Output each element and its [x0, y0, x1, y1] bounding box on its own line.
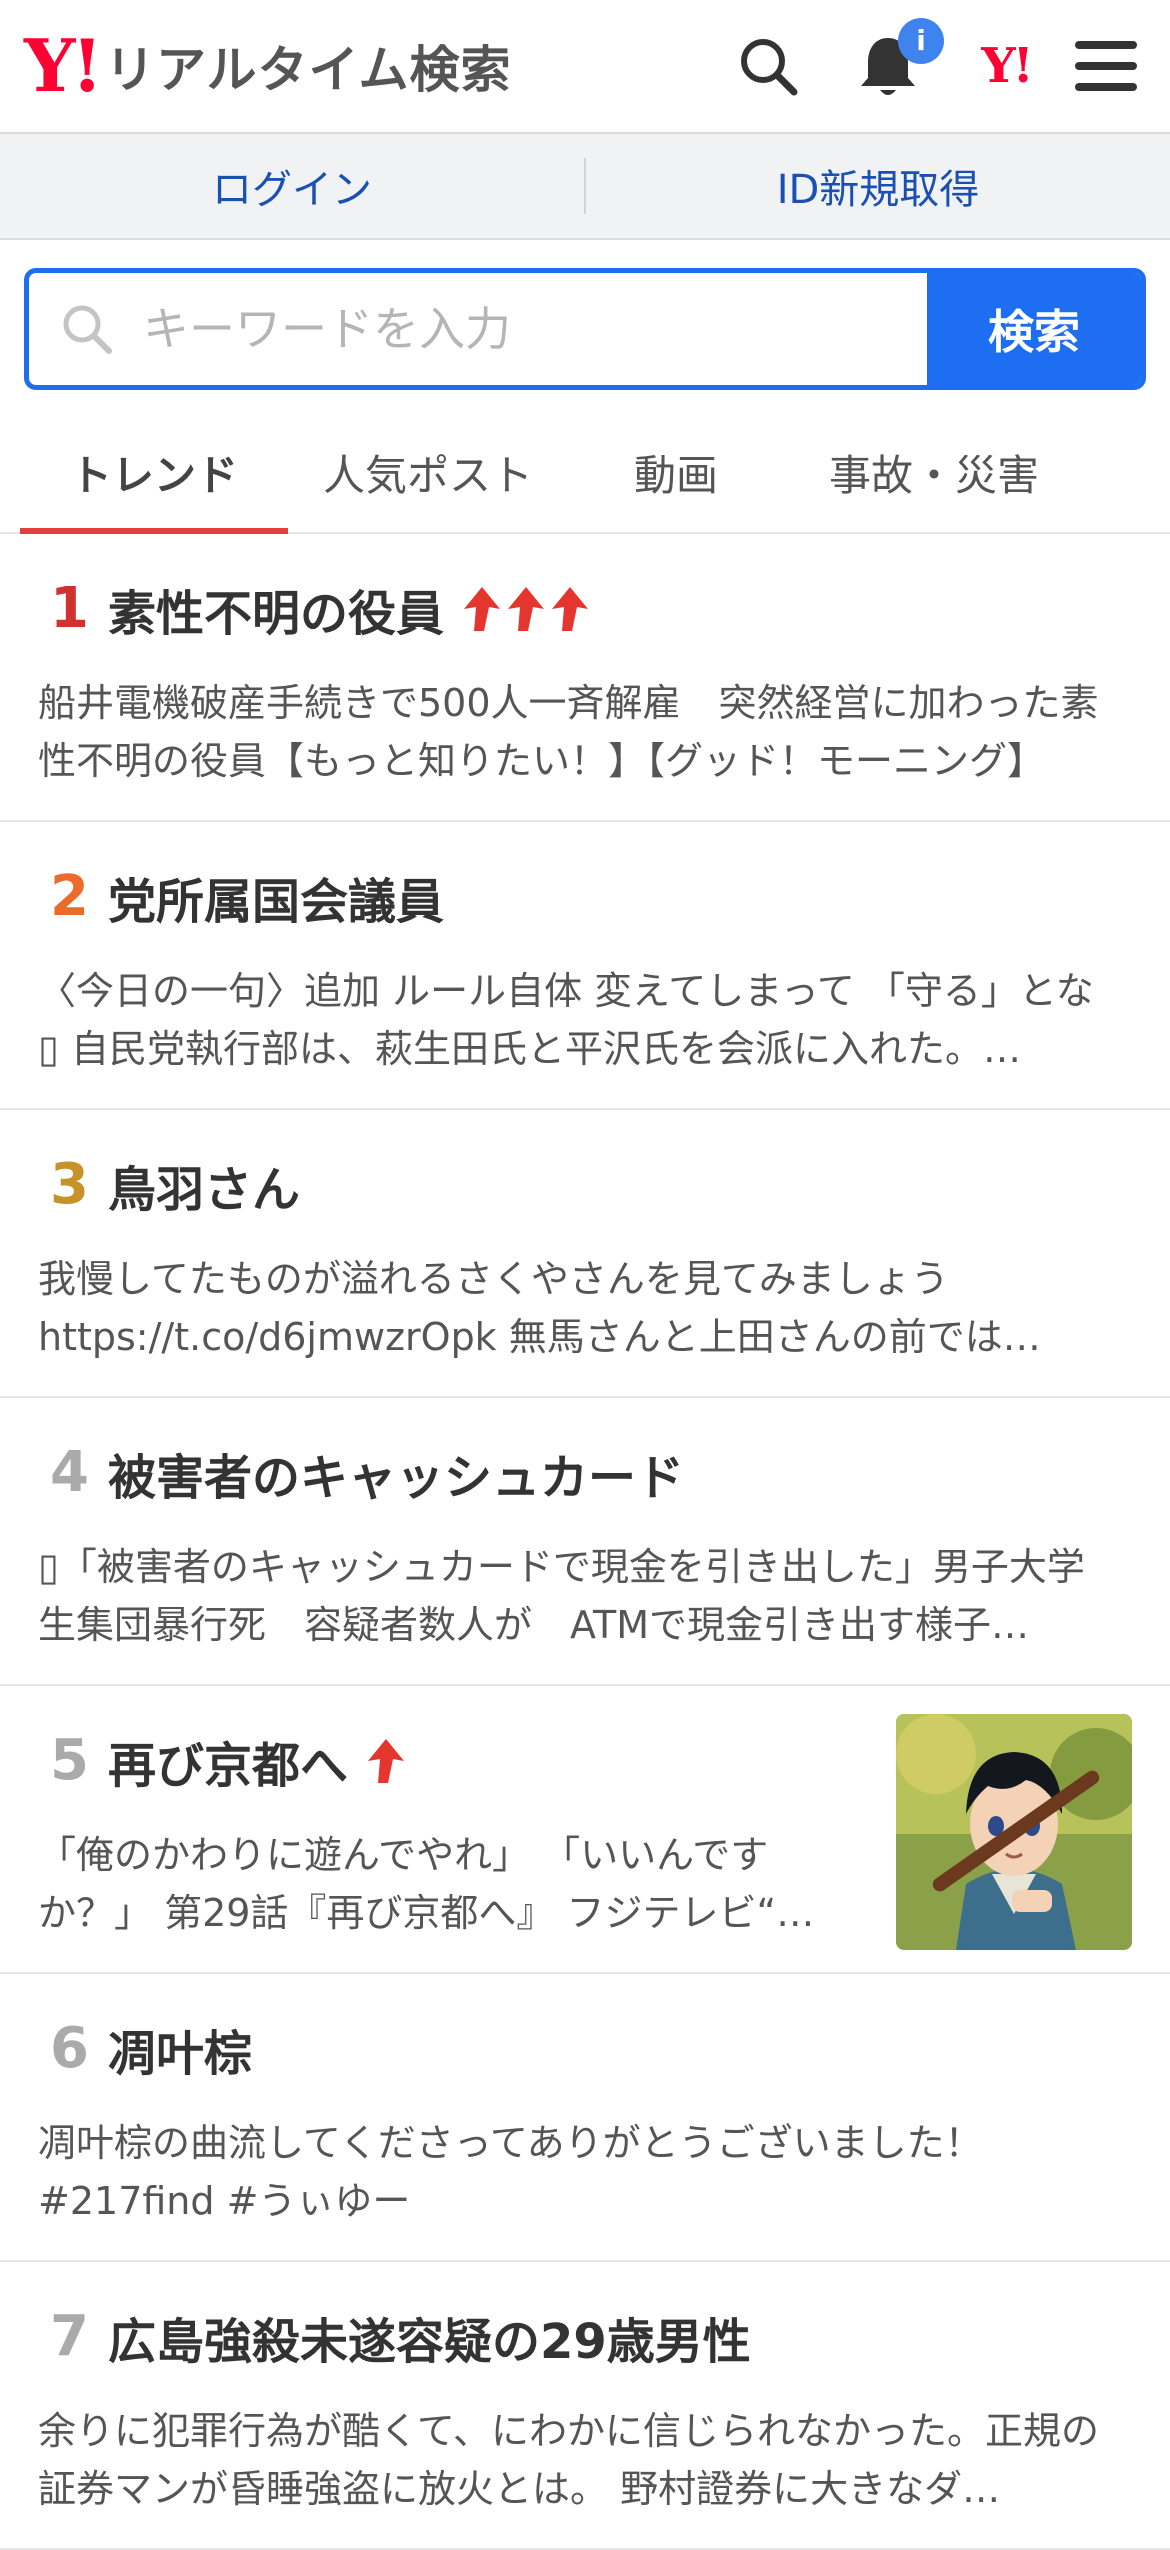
trend-snippet: 我慢してたものが溢れるさくやさんを見てみましょう https://t.co/d6…	[38, 1257, 1041, 1359]
notification-badge: i	[898, 18, 944, 64]
hamburger-menu-icon	[1075, 41, 1137, 91]
trend-item[interactable]: 4 被害者のキャッシュカード ▯「被害者のキャッシュカードで現金を引き出した」男…	[0, 1398, 1170, 1686]
search-input[interactable]	[141, 301, 845, 357]
tab-popular-posts[interactable]: 人気ポスト	[288, 412, 568, 532]
trend-list: 1 素性不明の役員 船井電機破産手続きで500人一斉解雇 突然経営に加わった素性…	[0, 534, 1170, 2550]
up-arrow-icon	[508, 587, 545, 631]
search-button[interactable]: 検索	[927, 273, 1141, 385]
site-logo[interactable]: Y! リアルタイム検索	[24, 28, 512, 104]
notification-button[interactable]: i	[850, 18, 944, 104]
trend-title-row: 被害者のキャッシュカード	[108, 1438, 684, 1508]
trend-title-row: 再び京都へ	[108, 1726, 406, 1796]
search-box: 検索	[24, 268, 1146, 390]
menu-button[interactable]	[1068, 28, 1144, 104]
yahoo-mini-logo: Y!	[981, 38, 1033, 94]
login-link[interactable]: ログイン	[0, 157, 584, 215]
register-link[interactable]: ID新規取得	[586, 157, 1170, 215]
tab-accidents-disasters[interactable]: 事故・災害	[784, 412, 1084, 532]
trend-thumbnail[interactable]	[896, 1714, 1132, 1950]
up-arrow-icon	[552, 587, 589, 631]
trend-item[interactable]: 5 再び京都へ 「俺のかわりに遊んでやれ」 「いいんですか？」 第29話『再び京…	[0, 1686, 1170, 1974]
tab-videos[interactable]: 動画	[568, 412, 784, 532]
trend-rank: 1	[50, 576, 89, 641]
trend-rank: 4	[50, 1440, 89, 1505]
anime-character-thumbnail	[896, 1714, 1132, 1950]
trend-title: 再び京都へ	[108, 1738, 349, 1794]
tab-trend[interactable]: トレンド	[20, 412, 288, 534]
rising-indicator	[366, 1737, 406, 1785]
trend-snippet: ▯「被害者のキャッシュカードで現金を引き出した」男子大学生集団暴行死 容疑者数人…	[38, 1545, 1085, 1647]
trend-snippet: 「俺のかわりに遊んでやれ」 「いいんですか？」 第29話『再び京都へ』 フジテレ…	[38, 1833, 815, 1935]
trend-snippet: 船井電機破産手続きで500人一斉解雇 突然経営に加わった素性不明の役員【もっと知…	[38, 681, 1099, 783]
trend-rank: 5	[50, 1728, 89, 1793]
trend-title-row: 素性不明の役員	[108, 574, 590, 644]
trend-title: 広島強殺未遂容疑の29歳男性	[108, 2314, 751, 2370]
trend-title-row: 党所属国会議員	[108, 862, 444, 932]
trend-item[interactable]: 2 党所属国会議員 〈今日の一句〉追加 ルール自体 変えてしまって 「守る」とな…	[0, 822, 1170, 1110]
trend-item[interactable]: 1 素性不明の役員 船井電機破産手続きで500人一斉解雇 突然経営に加わった素性…	[0, 534, 1170, 822]
trend-title: 鳥羽さん	[108, 1162, 301, 1218]
trend-title: 被害者のキャッシュカード	[108, 1450, 685, 1506]
trend-item[interactable]: 7 広島強殺未遂容疑の29歳男性 余りに犯罪行為が酷くて、にわかに信じられなかっ…	[0, 2262, 1170, 2550]
trend-title-row: 広島強殺未遂容疑の29歳男性	[108, 2302, 751, 2372]
trend-rank: 6	[50, 2016, 89, 2081]
trend-title: 党所属国会議員	[108, 874, 445, 930]
trend-rank: 2	[50, 864, 89, 929]
trend-rank: 7	[50, 2304, 89, 2369]
site-title: リアルタイム検索	[105, 41, 512, 99]
trend-snippet: 余りに犯罪行為が酷くて、にわかに信じられなかった。正規の証券マンが昏睡強盗に放火…	[38, 2409, 1099, 2511]
rising-indicator	[462, 585, 590, 633]
category-tabs: トレンド 人気ポスト 動画 事故・災害	[0, 412, 1170, 534]
trend-snippet: 〈今日の一句〉追加 ルール自体 変えてしまって 「守る」とな▯ 自民党執行部は、…	[38, 969, 1094, 1071]
trend-title-row: 鳥羽さん	[108, 1150, 300, 1220]
trend-title: 凋叶棕	[108, 2026, 253, 2082]
trend-title-row: 凋叶棕	[108, 2014, 252, 2084]
trend-rank: 3	[50, 1152, 89, 1217]
search-field-icon	[63, 305, 112, 354]
up-arrow-icon	[368, 1739, 405, 1783]
search-icon	[741, 39, 798, 96]
search-section: 検索	[0, 240, 1170, 390]
yahoo-japan-link[interactable]: Y!	[968, 28, 1044, 104]
trend-item[interactable]: 3 鳥羽さん 我慢してたものが溢れるさくやさんを見てみましょう https://…	[0, 1110, 1170, 1398]
up-arrow-icon	[464, 587, 501, 631]
trend-snippet: 凋叶棕の曲流してくださってありがとうございました！ #217find #うぃゆー	[38, 2121, 983, 2223]
search-field[interactable]	[29, 273, 927, 385]
yahoo-logo-mark: Y!	[24, 23, 103, 108]
app-header: Y! リアルタイム検索 i Y!	[0, 0, 1170, 134]
search-icon-button[interactable]	[730, 28, 806, 104]
account-bar: ログイン ID新規取得	[0, 134, 1170, 240]
trend-item[interactable]: 6 凋叶棕 凋叶棕の曲流してくださってありがとうございました！ #217find…	[0, 1974, 1170, 2262]
trend-title: 素性不明の役員	[108, 586, 445, 642]
